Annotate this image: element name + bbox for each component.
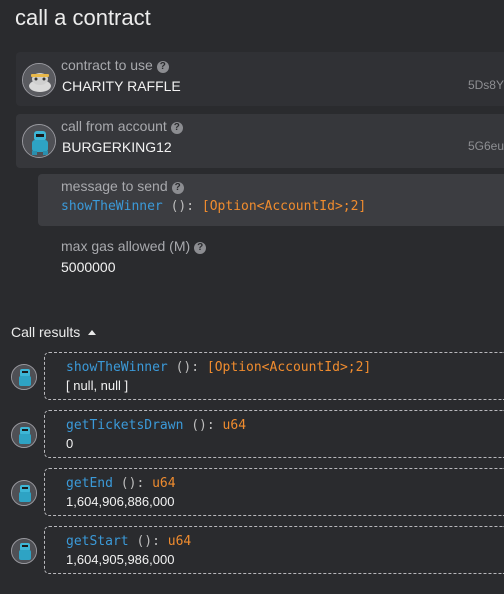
help-icon[interactable]: ?	[170, 122, 183, 134]
result-signature: getTicketsDrawn (): u64	[66, 418, 246, 433]
result-card: getTicketsDrawn (): u64 0	[44, 410, 504, 458]
message-label: message to send?	[61, 178, 184, 194]
help-icon[interactable]: ?	[156, 61, 169, 73]
help-icon[interactable]: ?	[194, 242, 207, 254]
gas-input[interactable]: 5000000	[61, 259, 116, 275]
result-paren: ():	[183, 418, 215, 433]
account-label: call from account?	[61, 118, 183, 134]
result-type: u64	[152, 476, 176, 491]
result-avatar-icon	[11, 364, 37, 390]
result-card: showTheWinner (): [Option<AccountId>;2][…	[44, 352, 504, 400]
result-type: u64	[167, 534, 192, 549]
contract-address: 5Ds8Y	[467, 78, 504, 92]
result-card: getEnd (): u64 1,604,906,886,000	[44, 468, 504, 516]
page-title: call a contract	[15, 5, 151, 30]
account-address: 5G6eu	[467, 139, 504, 153]
contract-avatar-icon	[22, 63, 56, 97]
result-card: getStart (): u64 1,604,905,986,000	[44, 526, 504, 574]
result-avatar-icon	[11, 480, 37, 506]
result-type: u64	[222, 418, 247, 433]
result-function: getTicketsDrawn	[66, 418, 184, 433]
result-signature: getStart (): u64	[66, 534, 191, 549]
contract-value: CHARITY RAFFLE	[62, 78, 181, 94]
result-paren: ():	[112, 476, 145, 491]
contract-label: contract to use?	[61, 57, 169, 73]
call-results-toggle[interactable]: Call results	[11, 324, 97, 340]
result-function: getEnd	[66, 476, 113, 491]
result-paren: ():	[167, 360, 200, 375]
help-icon[interactable]: ?	[171, 182, 184, 194]
result-output: 1,604,906,886,000	[66, 494, 175, 509]
chevron-up-icon	[88, 330, 97, 335]
result-type: [Option<AccountId>;2]	[206, 360, 372, 375]
result-avatar-icon	[11, 422, 37, 448]
result-output: 1,604,905,986,000	[66, 552, 175, 567]
result-paren: ():	[128, 534, 160, 549]
result-output: [ null, null ]	[66, 378, 129, 393]
result-output: 0	[66, 436, 74, 451]
gas-label: max gas allowed (M)?	[61, 238, 207, 254]
result-function: getStart	[66, 534, 129, 549]
account-avatar-icon	[22, 124, 56, 158]
result-signature: showTheWinner (): [Option<AccountId>;2]	[66, 360, 371, 375]
result-signature: getEnd (): u64	[66, 476, 176, 491]
message-signature: showTheWinner (): [Option<AccountId>;2]	[61, 199, 367, 214]
account-value: BURGERKING12	[62, 139, 172, 155]
result-avatar-icon	[11, 538, 37, 564]
result-function: showTheWinner	[66, 360, 168, 375]
